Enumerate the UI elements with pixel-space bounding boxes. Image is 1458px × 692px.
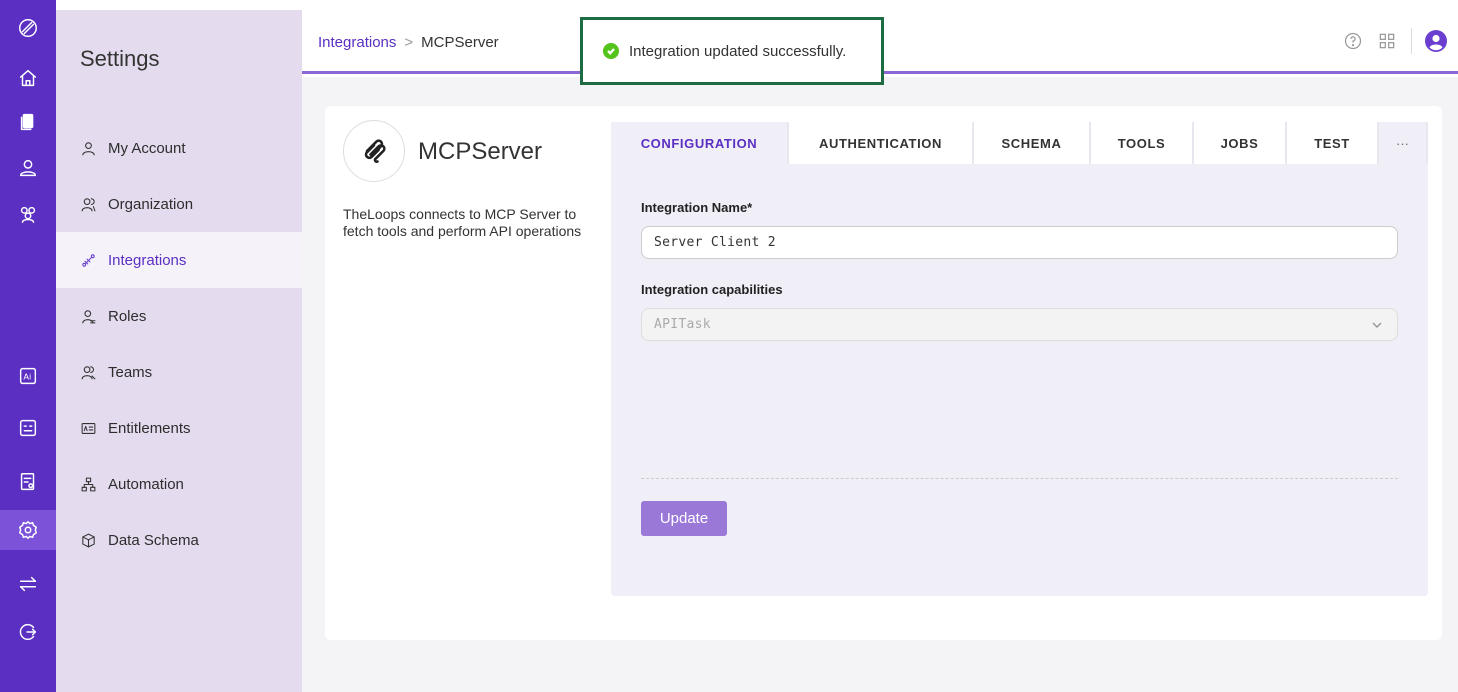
- sidebar-item-label: Entitlements: [108, 419, 191, 437]
- sidebar-item-entitlements[interactable]: Entitlements: [56, 400, 302, 456]
- top-icons: [1331, 28, 1448, 54]
- capabilities-label: Integration capabilities: [641, 282, 783, 297]
- breadcrumb-current: MCPServer: [421, 34, 499, 51]
- group-icon[interactable]: [0, 194, 56, 234]
- profile-avatar-icon[interactable]: [1424, 29, 1448, 53]
- sidebar-item-integrations[interactable]: Integrations: [56, 232, 302, 288]
- documents-icon[interactable]: [0, 102, 56, 142]
- toast-message: Integration updated successfully.: [629, 42, 847, 60]
- monitor-icon[interactable]: [0, 408, 56, 448]
- breadcrumb-integrations-link[interactable]: Integrations: [318, 34, 396, 51]
- check-circle-icon: [603, 43, 619, 59]
- teams-icon: [78, 362, 98, 382]
- sidebar-item-label: Organization: [108, 195, 194, 213]
- entitlements-icon: [78, 418, 98, 438]
- role-icon: [78, 306, 98, 326]
- sidebar-item-label: My Account: [108, 139, 186, 157]
- divider: [1411, 28, 1412, 54]
- sidebar-item-label: Data Schema: [108, 531, 199, 549]
- swap-icon[interactable]: [0, 564, 56, 604]
- logo-icon[interactable]: [0, 8, 56, 48]
- sidebar-item-teams[interactable]: Teams: [56, 344, 302, 400]
- user-icon: [78, 138, 98, 158]
- apps-grid-icon[interactable]: [1375, 29, 1399, 53]
- settings-title: Settings: [80, 46, 160, 71]
- sidebar-item-label: Roles: [108, 307, 147, 325]
- automation-icon: [78, 474, 98, 494]
- integration-icon: [78, 250, 98, 270]
- divider: [641, 478, 1398, 479]
- integration-description: TheLoops connects to MCP Server to fetch…: [343, 206, 582, 239]
- ai-icon[interactable]: Ai: [0, 356, 56, 396]
- tab-configuration[interactable]: CONFIGURATION: [611, 122, 789, 164]
- tab-tools[interactable]: TOOLS: [1091, 122, 1194, 164]
- breadcrumb-separator: >: [404, 34, 414, 51]
- svg-text:Ai: Ai: [23, 372, 31, 382]
- user-icon[interactable]: [0, 148, 56, 188]
- sidebar-item-data-schema[interactable]: Data Schema: [56, 512, 302, 568]
- tab-jobs[interactable]: JOBS: [1194, 122, 1287, 164]
- capabilities-select[interactable]: APITask: [641, 308, 1398, 341]
- integration-name-label: Integration Name*: [641, 200, 753, 215]
- help-icon[interactable]: [1341, 29, 1365, 53]
- sidebar-item-roles[interactable]: Roles: [56, 288, 302, 344]
- breadcrumb: Integrations > MCPServer: [318, 34, 499, 51]
- tab-authentication[interactable]: AUTHENTICATION: [789, 122, 974, 164]
- tab-schema[interactable]: SCHEMA: [974, 122, 1091, 164]
- tab-test[interactable]: TEST: [1287, 122, 1379, 164]
- integration-logo: [343, 120, 405, 182]
- update-button[interactable]: Update: [641, 501, 727, 536]
- group-icon: [78, 194, 98, 214]
- settings-sidebar: Settings My Account Organization Integra…: [56, 10, 302, 692]
- configuration-panel: [611, 122, 1428, 596]
- sidebar-item-automation[interactable]: Automation: [56, 456, 302, 512]
- toast-highlight: Integration updated successfully.: [580, 17, 884, 85]
- logout-icon[interactable]: [0, 612, 56, 652]
- mcp-logo-icon: [364, 139, 386, 163]
- app-rail: Ai: [0, 0, 56, 692]
- settings-icon[interactable]: [0, 510, 56, 550]
- sidebar-item-label: Automation: [108, 475, 184, 493]
- report-icon[interactable]: [0, 462, 56, 502]
- sidebar-item-my-account[interactable]: My Account: [56, 120, 302, 176]
- capabilities-value: APITask: [654, 317, 711, 332]
- integration-title: MCPServer: [418, 138, 543, 165]
- sidebar-item-label: Integrations: [108, 251, 187, 269]
- success-toast: Integration updated successfully.: [593, 34, 871, 68]
- tab-more[interactable]: ···: [1379, 122, 1428, 164]
- sidebar-item-label: Teams: [108, 363, 153, 381]
- tab-bar: CONFIGURATION AUTHENTICATION SCHEMA TOOL…: [611, 122, 1428, 164]
- cube-icon: [78, 530, 98, 550]
- home-icon[interactable]: [0, 58, 56, 98]
- sidebar-item-organization[interactable]: Organization: [56, 176, 302, 232]
- chevron-down-icon: [1371, 319, 1383, 331]
- integration-name-input[interactable]: Server Client 2: [641, 226, 1398, 259]
